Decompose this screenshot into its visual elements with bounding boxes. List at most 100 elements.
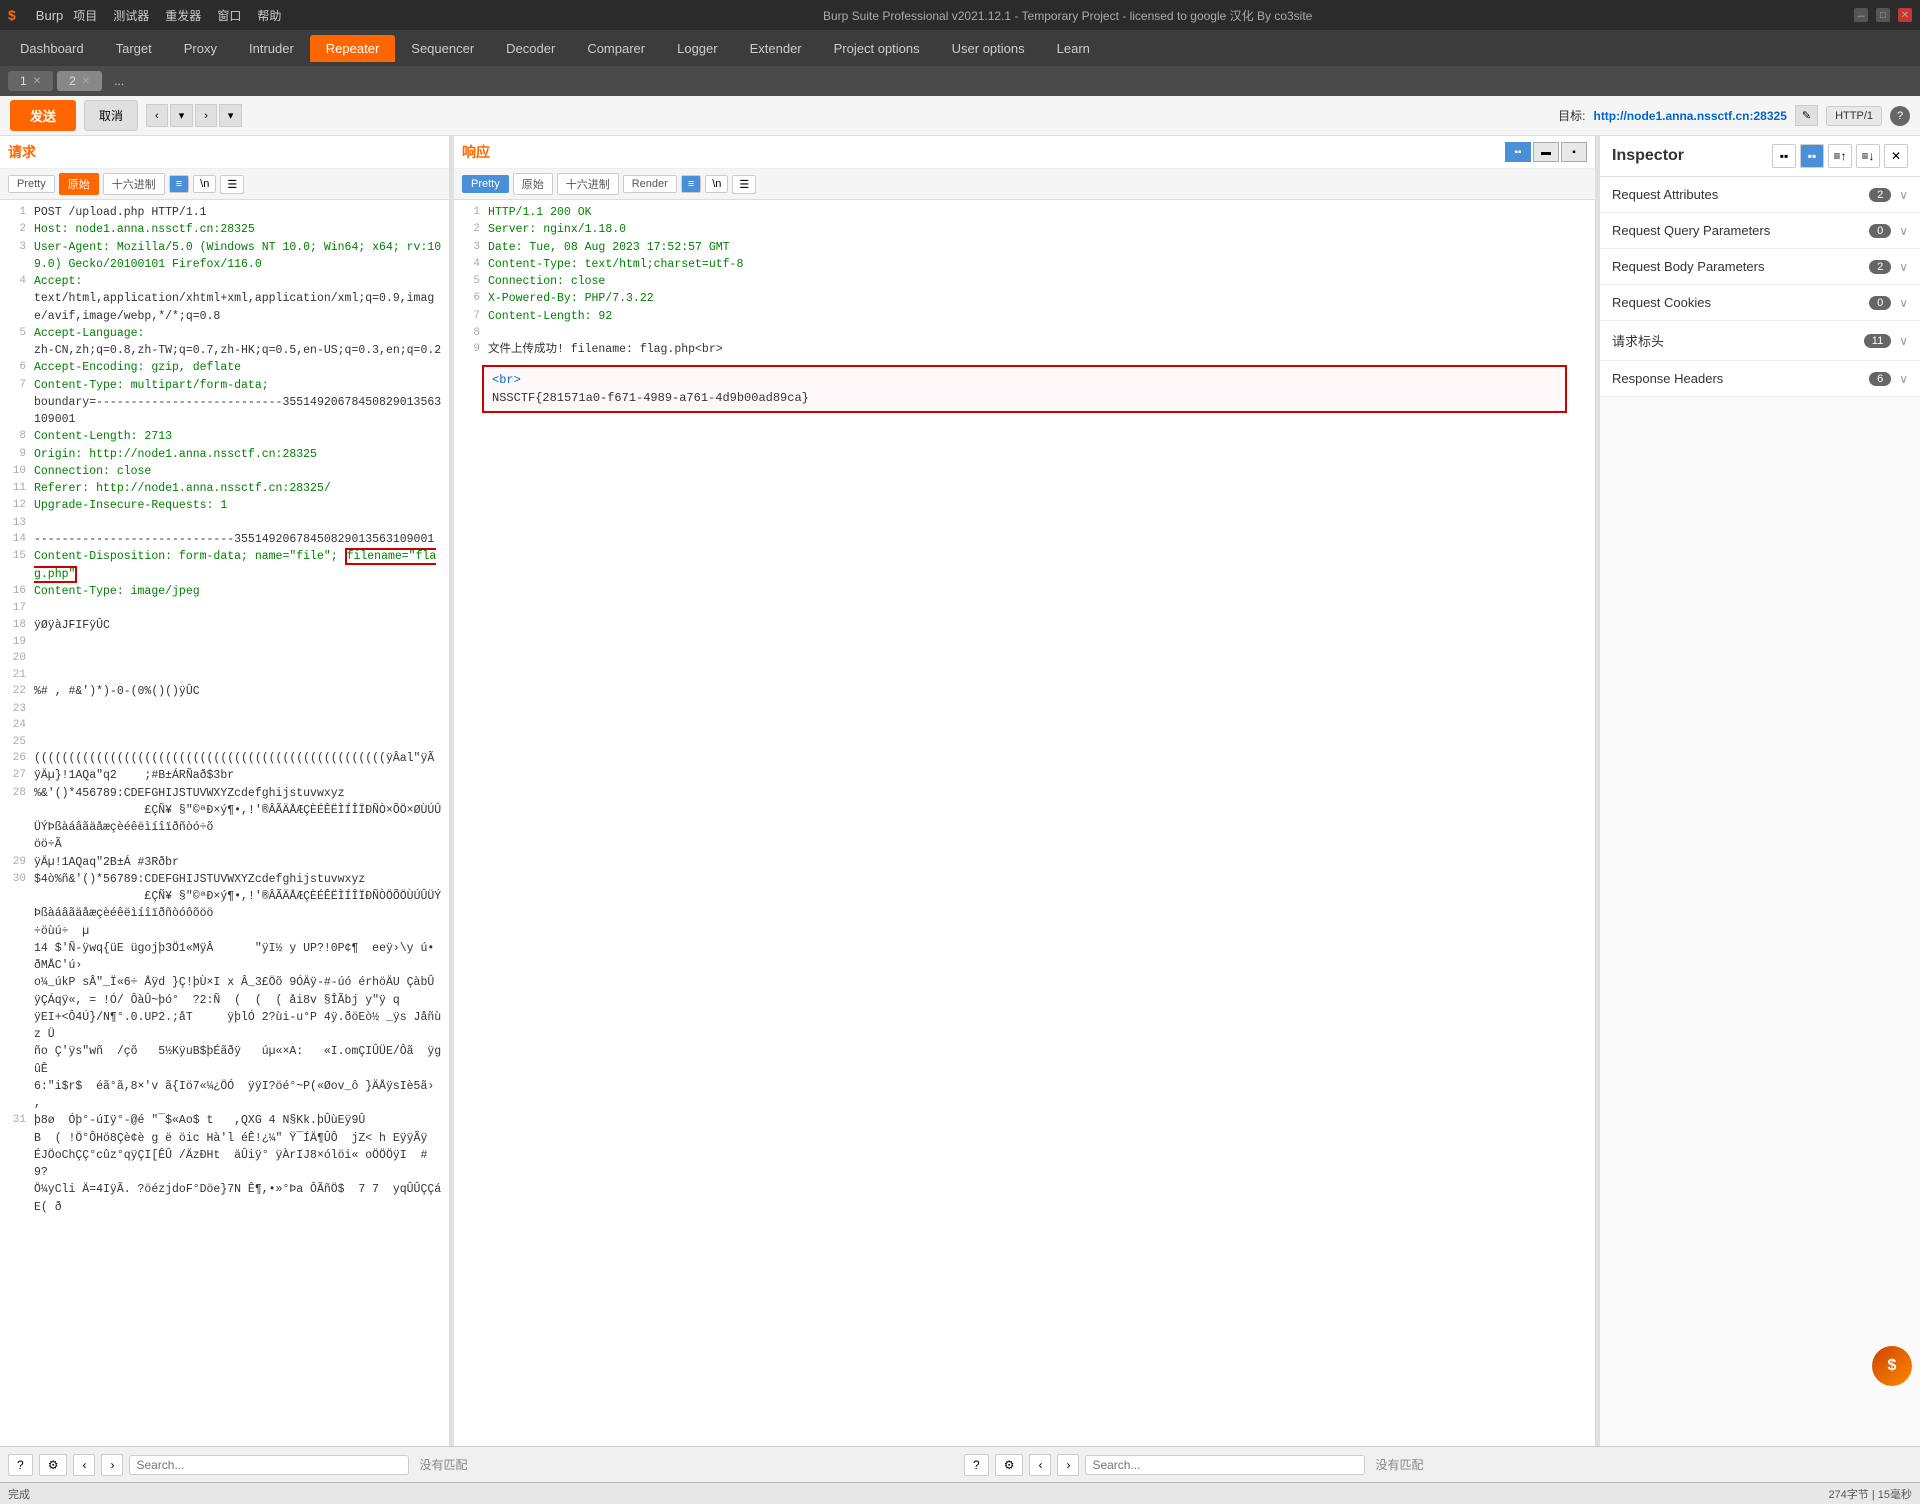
bottom-prev-right-btn[interactable]: ‹	[1029, 1454, 1051, 1476]
inspector-request-query-params[interactable]: Request Query Parameters 0 ∨	[1600, 213, 1920, 249]
request-pretty-btn[interactable]: Pretty	[8, 175, 55, 193]
menu-repeater[interactable]: 重发器	[165, 7, 201, 24]
response-hex-btn[interactable]: 十六进制	[557, 173, 619, 195]
cookies-count: 0	[1869, 296, 1891, 310]
request-raw-btn[interactable]: 原始	[59, 173, 99, 195]
response-raw-btn[interactable]: 原始	[513, 173, 553, 195]
response-wrap-btn[interactable]: ≡	[681, 175, 701, 193]
target-label: 目标:	[1558, 107, 1585, 124]
window-controls: － □ ✕	[1854, 8, 1912, 22]
inspector-view-btn-1[interactable]: ▪▪	[1772, 144, 1796, 168]
request-headers-chevron: ∨	[1899, 334, 1908, 348]
bottom-settings-left-btn[interactable]: ⚙	[39, 1454, 68, 1476]
inspector-response-headers[interactable]: Response Headers 6 ∨	[1600, 361, 1920, 397]
cancel-button[interactable]: 取消	[84, 100, 138, 131]
inspector-request-headers[interactable]: 请求标头 11 ∨	[1600, 321, 1920, 361]
inspector-view-btn-2[interactable]: ▪▪	[1800, 144, 1824, 168]
response-panel-title: 响应	[462, 140, 490, 164]
close-tab-1-icon[interactable]: ✕	[33, 76, 41, 87]
navigation-arrows: ‹ ▾ › ▾	[146, 104, 242, 127]
nav-tab-dashboard[interactable]: Dashboard	[4, 35, 100, 62]
menu-help[interactable]: 帮助	[257, 7, 281, 24]
request-hex-btn[interactable]: 十六进制	[103, 173, 165, 195]
edit-target-button[interactable]: ✎	[1795, 105, 1818, 126]
response-body[interactable]: 1HTTP/1.1 200 OK 2Server: nginx/1.18.0 3…	[454, 200, 1595, 1446]
search-box-right	[1085, 1455, 1365, 1475]
menu-project[interactable]: 项目	[73, 7, 97, 24]
nav-tab-proxy[interactable]: Proxy	[168, 35, 233, 62]
request-panel: 请求 Pretty 原始 十六进制 ≡ \n ☰ 1POST /upload.p…	[0, 136, 450, 1446]
bottom-help-right-btn[interactable]: ?	[964, 1454, 989, 1476]
no-match-left: 没有匹配	[419, 1456, 467, 1473]
nav-tab-logger[interactable]: Logger	[661, 35, 733, 62]
more-tabs-button[interactable]: ...	[106, 71, 132, 91]
nav-tab-intruder[interactable]: Intruder	[233, 35, 310, 62]
next-request-button[interactable]: ›	[195, 104, 217, 127]
toolbar: 发送 取消 ‹ ▾ › ▾ 目标: http://node1.anna.nssc…	[0, 96, 1920, 136]
nav-tab-learn[interactable]: Learn	[1041, 35, 1106, 62]
bottom-settings-right-btn[interactable]: ⚙	[995, 1454, 1024, 1476]
nav-tab-comparer[interactable]: Comparer	[571, 35, 661, 62]
bottom-prev-left-btn[interactable]: ‹	[73, 1454, 95, 1476]
nav-tab-decoder[interactable]: Decoder	[490, 35, 571, 62]
request-body[interactable]: 1POST /upload.php HTTP/1.1 2Host: node1.…	[0, 200, 449, 1446]
next-request-down-button[interactable]: ▾	[219, 104, 243, 127]
nav-tab-repeater[interactable]: Repeater	[310, 35, 395, 62]
nav-tab-user-options[interactable]: User options	[936, 35, 1041, 62]
nav-bar: Dashboard Target Proxy Intruder Repeater…	[0, 30, 1920, 66]
request-format-btn[interactable]: ☰	[220, 175, 244, 194]
close-tab-2-icon[interactable]: ✕	[82, 76, 90, 87]
main-content: 请求 Pretty 原始 十六进制 ≡ \n ☰ 1POST /upload.p…	[0, 136, 1920, 1446]
inspector-sort-desc-btn[interactable]: ≡↓	[1856, 144, 1880, 168]
response-render-btn[interactable]: Render	[623, 175, 677, 193]
menu-bar: 项目 测试器 重发器 窗口 帮助	[73, 7, 281, 24]
nav-tab-target[interactable]: Target	[100, 35, 168, 62]
target-info: 目标: http://node1.anna.nssctf.cn:28325 ✎ …	[1558, 105, 1910, 126]
request-attributes-count: 2	[1869, 188, 1891, 202]
nav-tab-extender[interactable]: Extender	[734, 35, 818, 62]
bottom-next-left-btn[interactable]: ›	[101, 1454, 123, 1476]
menu-window[interactable]: 窗口	[217, 7, 241, 24]
response-format-btn[interactable]: ☰	[732, 175, 756, 194]
send-button[interactable]: 发送	[10, 100, 76, 131]
view-single-btn[interactable]: ▪	[1561, 142, 1587, 162]
response-panel: 响应 ▪▪ ▬ ▪ Pretty 原始 十六进制 Render ≡ \n ☰ 1…	[454, 136, 1596, 1446]
search-input-right[interactable]	[1092, 1458, 1358, 1472]
maximize-button[interactable]: □	[1876, 8, 1890, 22]
nav-tab-project-options[interactable]: Project options	[818, 35, 936, 62]
search-input-left[interactable]	[136, 1458, 402, 1472]
menu-tester[interactable]: 测试器	[113, 7, 149, 24]
body-params-chevron: ∨	[1899, 260, 1908, 274]
request-wrap-btn[interactable]: ≡	[169, 175, 189, 193]
view-horizontal-btn[interactable]: ▬	[1533, 142, 1559, 162]
response-headers-chevron: ∨	[1899, 372, 1908, 386]
minimize-button[interactable]: －	[1854, 8, 1868, 22]
response-pretty-btn[interactable]: Pretty	[462, 175, 509, 193]
response-newline-btn[interactable]: \n	[705, 175, 728, 193]
request-newline-btn[interactable]: \n	[193, 175, 216, 193]
bottom-left-section: ? ⚙ ‹ › 没有匹配	[8, 1454, 956, 1476]
inspector-close-btn[interactable]: ✕	[1884, 144, 1908, 168]
inspector-header: Inspector ▪▪ ▪▪ ≡↑ ≡↓ ✕	[1600, 136, 1920, 177]
inspector-spacer: $	[1600, 397, 1920, 1446]
query-params-chevron: ∨	[1899, 224, 1908, 238]
bottom-help-left-btn[interactable]: ?	[8, 1454, 33, 1476]
request-tab-2[interactable]: 2 ✕	[57, 71, 102, 91]
help-button[interactable]: ?	[1890, 106, 1910, 126]
inspector-request-cookies[interactable]: Request Cookies 0 ∨	[1600, 285, 1920, 321]
inspector-request-body-params[interactable]: Request Body Parameters 2 ∨	[1600, 249, 1920, 285]
nav-tab-sequencer[interactable]: Sequencer	[395, 35, 490, 62]
bottom-next-right-btn[interactable]: ›	[1057, 1454, 1079, 1476]
search-box-left	[129, 1455, 409, 1475]
prev-request-button[interactable]: ‹	[146, 104, 168, 127]
status-right: 274字节 | 15毫秒	[1828, 1486, 1912, 1502]
prev-request-down-button[interactable]: ▾	[170, 104, 194, 127]
close-button[interactable]: ✕	[1898, 8, 1912, 22]
inspector-sort-asc-btn[interactable]: ≡↑	[1828, 144, 1852, 168]
request-tab-1[interactable]: 1 ✕	[8, 71, 53, 91]
bottom-bar: ? ⚙ ‹ › 没有匹配 ? ⚙ ‹ › 没有匹配	[0, 1446, 1920, 1482]
bottom-right-section: ? ⚙ ‹ › 没有匹配	[964, 1454, 1912, 1476]
view-split-btn[interactable]: ▪▪	[1505, 142, 1531, 162]
status-left: 完成	[8, 1486, 30, 1502]
inspector-request-attributes[interactable]: Request Attributes 2 ∨	[1600, 177, 1920, 213]
